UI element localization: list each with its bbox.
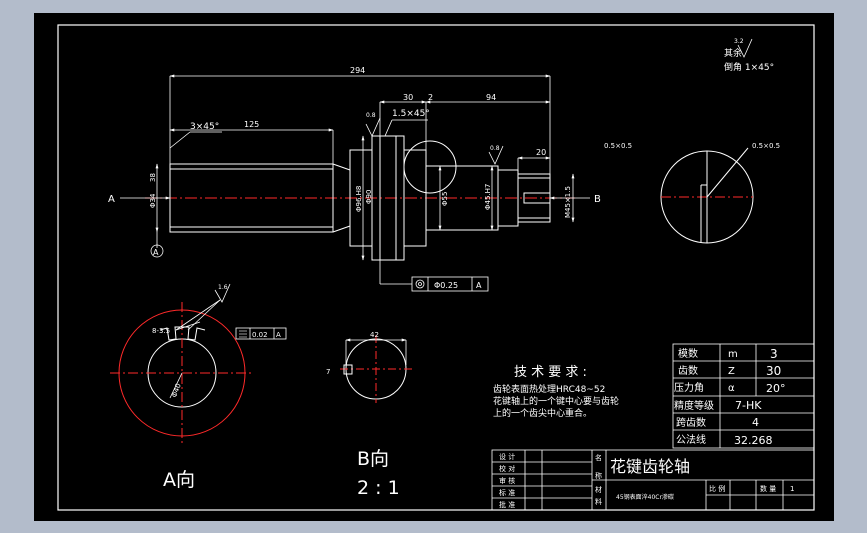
param-value-5: 4 <box>752 416 759 429</box>
view-b-label: B向 <box>357 448 389 470</box>
runout-value: Φ0.25 <box>434 281 458 290</box>
dim-thread: M45×1.5 <box>564 186 572 218</box>
param-name-6: 公法线 <box>676 433 706 446</box>
param-value-1: 3 <box>770 347 778 361</box>
dim-2: 2 <box>428 93 433 102</box>
dim-chamfer-3: 3×45° <box>190 122 219 132</box>
tb-label-1: 设 计 <box>499 452 515 461</box>
tb-label-5: 批 准 <box>499 500 515 509</box>
tb-label-3: 审 核 <box>499 476 515 485</box>
dim-dia-90: Φ90 <box>365 190 373 204</box>
dim-30: 30 <box>403 93 413 102</box>
param-value-6: 32.268 <box>734 434 773 447</box>
tb-side-2: 称 <box>595 471 602 480</box>
datum-a-label: A <box>153 248 159 257</box>
tb-label-4: 标 准 <box>499 488 515 497</box>
rough-08-a: 0.8 <box>366 112 376 119</box>
param-value-4: 7-HK <box>735 399 762 412</box>
qty-label: 数 量 <box>760 484 776 493</box>
cad-window: 294 125 3×45° 1.5×45° 30 2 94 20 0.5×0.5… <box>34 13 834 521</box>
view-b-width: 42 <box>370 331 379 339</box>
tech-req-line-2: 花键轴上的一个键中心要与齿轮 <box>493 395 619 407</box>
rough-08-b: 0.8 <box>490 145 500 152</box>
param-symbol-3: α <box>728 383 735 394</box>
view-arrow-b: B <box>594 194 601 205</box>
tech-req-title: 技 术 要 求 : <box>514 365 587 380</box>
dim-detail: 0.5×0.5 <box>604 142 632 150</box>
rough-3-2: 3.2 <box>734 38 744 45</box>
tech-req-line-3: 上的一个齿尖中心重合。 <box>493 407 592 419</box>
spline-spec: 8-3.5 <box>152 327 170 335</box>
tech-req-line-1: 齿轮表面热处理HRC48~52 <box>493 383 605 395</box>
tb-side-4: 料 <box>595 497 602 506</box>
drawing-title: 花键齿轮轴 <box>610 457 690 476</box>
param-name-1: 模数 <box>678 347 698 360</box>
view-b-key: 7 <box>326 368 330 376</box>
dim-dia-34: Φ34 <box>149 193 157 208</box>
dim-dia-55: Φ55 <box>441 192 449 206</box>
dim-dia-96: Φ96.H8 <box>355 186 363 212</box>
param-name-3: 压力角 <box>674 381 704 394</box>
view-b-scale: 2 : 1 <box>357 477 400 499</box>
param-symbol-2: Z <box>728 366 735 377</box>
param-name-5: 跨齿数 <box>676 416 706 429</box>
param-symbol-1: m <box>728 349 738 360</box>
runout-datum: A <box>476 281 482 290</box>
param-value-3: 20° <box>766 382 786 395</box>
param-name-2: 齿数 <box>678 364 698 377</box>
param-name-4: 精度等级 <box>674 399 714 412</box>
dim-detail-right: 0.5×0.5 <box>752 142 780 150</box>
dim-94: 94 <box>486 93 496 102</box>
sym-tol-value: 0.02 <box>252 331 268 339</box>
rough-16: 1.6 <box>218 284 228 291</box>
dim-dia-45: Φ45.H7 <box>484 184 492 210</box>
view-a-label: A向 <box>163 469 195 491</box>
tb-side-3: 材 <box>595 485 602 494</box>
sym-tol-datum: A <box>276 331 281 339</box>
scale-label: 比 例 <box>709 484 725 493</box>
chamfer-note: 倒角 1×45° <box>724 61 774 73</box>
tb-side-1: 名 <box>595 453 602 462</box>
dim-overall-length: 294 <box>350 66 365 75</box>
other-roughness-note: 其余 <box>724 47 742 59</box>
dim-38: 38 <box>149 173 157 182</box>
drawing-sheet <box>34 13 834 521</box>
qty-value: 1 <box>790 485 794 493</box>
param-value-2: 30 <box>766 364 781 378</box>
dim-20: 20 <box>536 148 546 157</box>
dim-125: 125 <box>244 120 259 129</box>
tb-label-2: 校 对 <box>499 464 515 473</box>
view-arrow-a: A <box>108 194 115 205</box>
dim-chamfer-1-5: 1.5×45° <box>392 109 430 119</box>
material: 45钢表面淬40Cr渗碳 <box>616 493 674 501</box>
